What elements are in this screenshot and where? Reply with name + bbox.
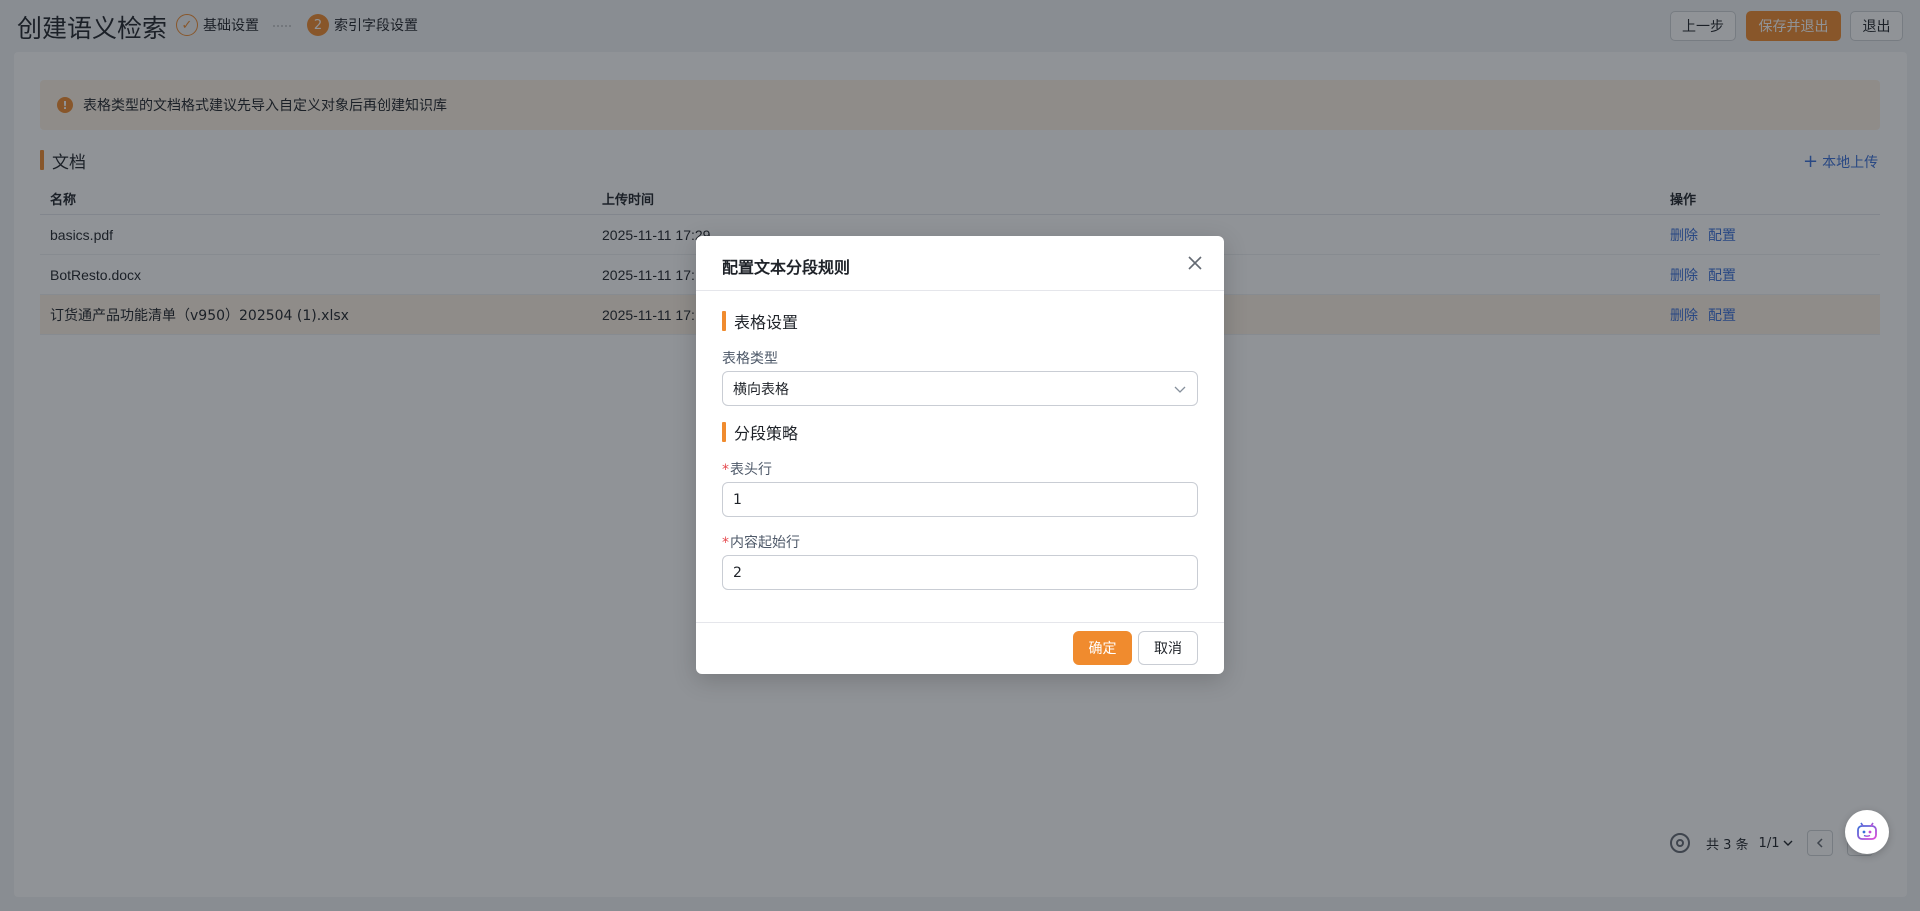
content-start-row-label: *内容起始行 [722, 532, 800, 552]
section-accent-bar [722, 311, 726, 331]
dialog-title: 配置文本分段规则 [722, 258, 851, 277]
table-type-value: 横向表格 [733, 381, 789, 398]
dialog-footer-divider [696, 622, 1224, 623]
segment-strategy-section: 分段策略 [722, 422, 799, 443]
section-accent-bar [722, 422, 726, 442]
header-row-label-text: 表头行 [730, 462, 772, 478]
header-row-value: 1 [733, 491, 742, 508]
required-mark: * [722, 535, 729, 551]
table-settings-section: 表格设置 [722, 311, 799, 332]
section-title: 分段策略 [734, 424, 799, 443]
cancel-button[interactable]: 取消 [1138, 631, 1198, 665]
header-row-input[interactable]: 1 [722, 482, 1198, 517]
robot-icon [1857, 822, 1877, 840]
segment-rule-dialog: 配置文本分段规则 表格设置 表格类型 横向表格 分段策略 *表头行 1 *内容起… [696, 236, 1224, 674]
confirm-button[interactable]: 确定 [1073, 631, 1132, 665]
chevron-down-icon [1174, 386, 1186, 393]
required-mark: * [722, 462, 729, 478]
content-start-row-label-text: 内容起始行 [730, 535, 800, 551]
header-row-label: *表头行 [722, 459, 772, 479]
dialog-header-divider [696, 290, 1224, 291]
content-start-row-input[interactable]: 2 [722, 555, 1198, 590]
table-type-label: 表格类型 [722, 351, 778, 367]
table-type-select[interactable]: 横向表格 [722, 371, 1198, 406]
content-start-row-value: 2 [733, 564, 742, 581]
section-title: 表格设置 [734, 313, 799, 332]
close-icon[interactable] [1184, 252, 1206, 274]
ai-assistant-button[interactable] [1845, 810, 1889, 854]
